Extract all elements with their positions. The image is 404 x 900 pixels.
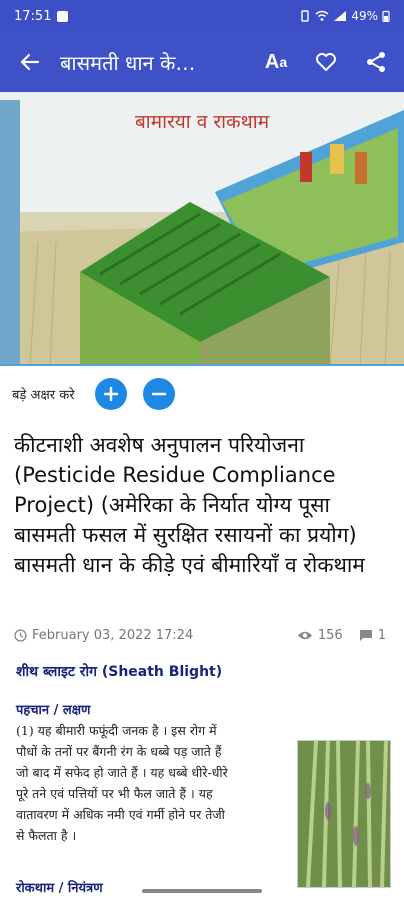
heart-icon [316,53,336,71]
comments-count[interactable]: 1 [359,628,386,643]
share-icon [367,52,385,72]
favorite-button[interactable] [308,44,344,80]
status-time: 17:51 [14,8,52,24]
body-line: जो बाद में सफेद हो जाते हैं । यह धब्बे ध… [16,765,228,780]
font-button-letter-small: a [279,54,288,70]
notification-icon [57,10,69,22]
views-value: 156 [317,627,343,643]
body-line: वातावरण में अधिक नमी एवं गर्मी होने पर त… [16,807,225,822]
plus-icon [103,386,118,402]
increase-font-button[interactable] [94,378,127,410]
arrow-back-icon [20,53,40,71]
signal-icon [334,11,347,21]
meta-stats: 156 1 [297,628,386,643]
font-button-letter: A [264,50,280,73]
back-button[interactable] [10,42,50,82]
publish-date: February 03, 2022 17:24 [32,627,194,643]
article-meta: February 03, 2022 17:24 156 1 [14,624,386,646]
wifi-icon [315,10,329,21]
hero-title: बामारया व राकथाम [134,111,270,133]
font-size-label: बड़े अक्षर करे [12,388,75,403]
page-title: बासमती धान के… [60,50,196,75]
article-headline: कीटनाशी अवशेष अनुपालन परियोजना (Pesticid… [14,433,365,577]
vibrate-icon [301,10,310,22]
app-actions: Aa [258,44,394,80]
clock-icon [14,628,27,642]
rice-stem-illustration [298,741,390,887]
section-title: शीथ ब्लाइट रोग (Sheath Blight) [16,664,223,680]
minus-icon [151,392,166,396]
body-line: पूरे तने एवं पत्तियों पर भी फैल जाते हैं… [16,786,213,801]
next-heading: रोकथाम / नियंत्रण [16,881,103,896]
comment-icon [359,629,372,641]
hero-image: बामारया व राकथाम [0,92,404,366]
share-button[interactable] [358,44,394,80]
app-bar: बासमती धान के… Aa [0,32,404,92]
body-line: से फैलता है । [16,828,77,843]
meta-date: February 03, 2022 17:24 [14,628,193,643]
decrease-font-button[interactable] [142,378,175,410]
font-size-button[interactable]: Aa [258,44,294,80]
article-body: (1) यह बीमारी फफूंदी जनक है । इस रोग में… [16,720,294,846]
status-right: 49% [299,9,390,23]
sheath-blight-photo [297,740,391,888]
battery-text: 49% [351,9,378,23]
battery-icon [382,10,390,22]
status-left: 17:51 [14,8,69,24]
sub-heading: पहचान / लक्षण [16,703,91,718]
body-line: (1) यह बीमारी फफूंदी जनक है । इस रोग में [16,723,217,738]
views-count: 156 [297,628,343,643]
status-bar: 17:51 49% [0,0,404,32]
gesture-bar[interactable] [142,889,262,893]
font-size-controls: बड़े अक्षर करे [12,374,175,414]
eye-icon [297,631,312,639]
comments-value: 1 [377,627,386,643]
body-line: पौधों के तनों पर बैंगनी रंग के धब्बे पड़… [16,744,222,759]
